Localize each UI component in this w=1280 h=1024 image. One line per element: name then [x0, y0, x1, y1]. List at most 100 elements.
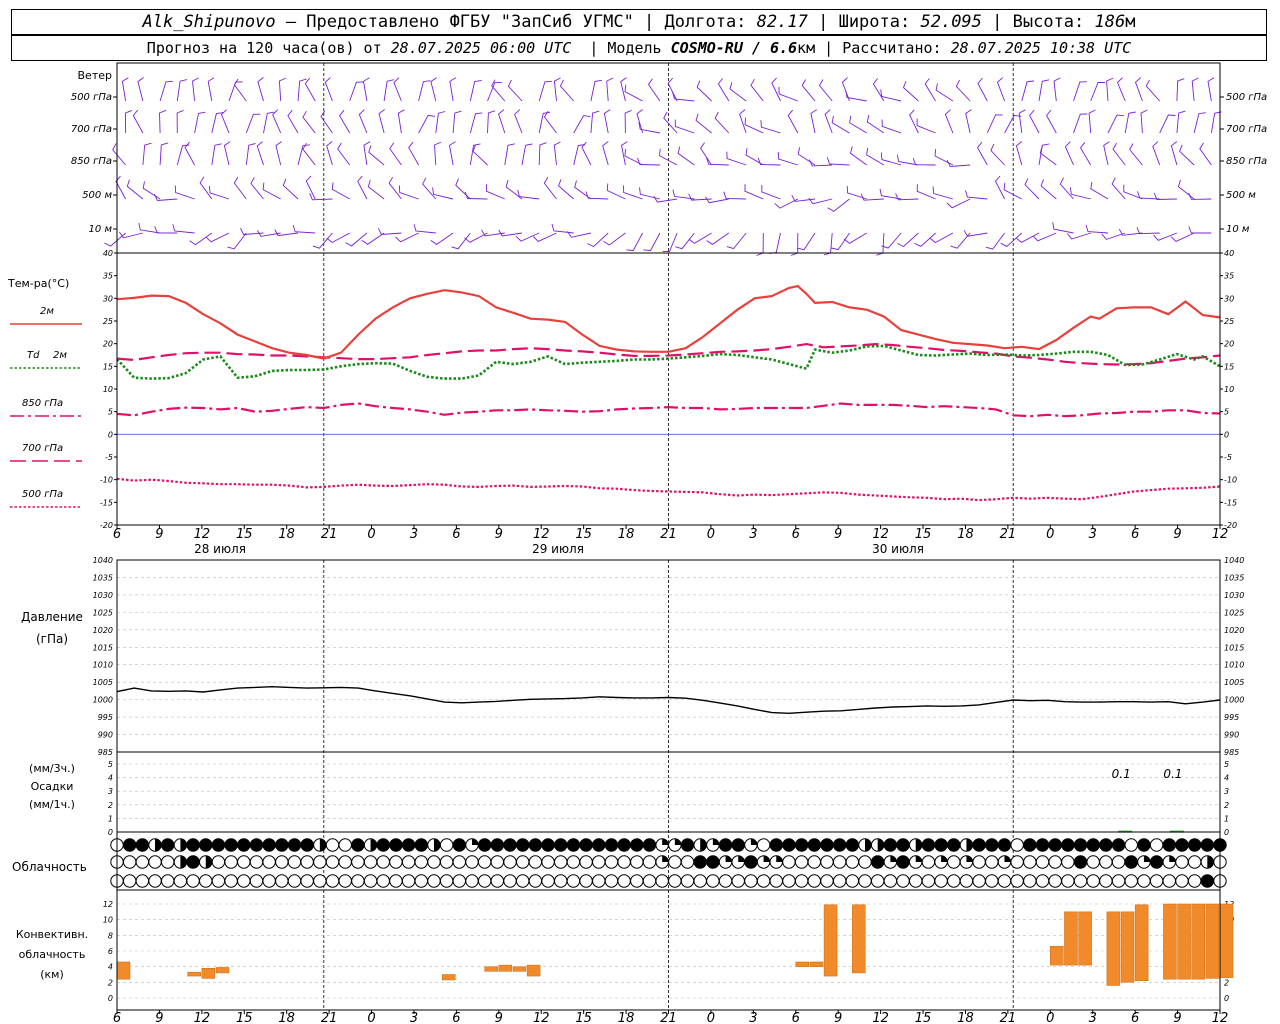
cloud-cover-symbol	[439, 838, 454, 852]
cloud-cover-symbol	[693, 855, 707, 869]
wind-barb	[1064, 141, 1074, 166]
cloud-cover-symbol	[680, 838, 695, 852]
cloud-cover-quarter	[725, 855, 732, 862]
legend-label: 2м	[53, 350, 67, 361]
wind-level-label: 850 гПа	[71, 156, 112, 167]
wind-barb	[320, 110, 333, 134]
wind-barb	[587, 232, 609, 248]
wind-barb	[672, 92, 695, 102]
cloud-cover-symbol	[135, 855, 150, 869]
wind-barb	[866, 114, 885, 134]
cloud-cover-symbol	[845, 874, 860, 888]
wind-barb	[787, 109, 799, 134]
x-hour-label: 18	[618, 527, 635, 542]
cloud-cover-symbol	[262, 855, 276, 869]
wind-panel-title: Ветер	[78, 69, 112, 82]
wind-barb	[498, 109, 506, 134]
x-hour-label: 0	[707, 527, 715, 542]
cloud-cover-symbol	[452, 874, 467, 888]
wind-barb	[872, 78, 885, 102]
pressure-ytick-label: 1040	[93, 556, 113, 565]
wind-barb	[485, 184, 505, 200]
cloud-cover-symbol	[592, 874, 606, 888]
cloud-cover-symbol	[820, 874, 834, 888]
day-label: 30 июля	[872, 542, 924, 556]
wind-barb	[1046, 109, 1057, 134]
cloud-cover-symbol	[896, 855, 910, 869]
wind-barb	[744, 184, 764, 200]
wind-barb	[573, 115, 591, 134]
wind-barb	[1111, 177, 1126, 200]
wind-barb	[843, 232, 867, 244]
pressure-ytick-label: 1000	[1224, 696, 1244, 705]
cloud-cover-symbol	[756, 874, 771, 888]
wind-barb	[695, 113, 712, 134]
wind-barb	[1177, 179, 1195, 200]
cloud-cover-symbol	[642, 838, 657, 852]
wind-barb	[257, 77, 264, 102]
cloud-cover-half	[319, 838, 327, 852]
cloud-cover-quarter	[776, 855, 783, 862]
cloud-cover-symbol	[1187, 838, 1202, 852]
cloud-cover-symbol	[541, 855, 555, 869]
cloud-cover-symbol	[237, 838, 251, 852]
wind-barb	[976, 141, 988, 166]
wind-barb	[245, 143, 256, 166]
wind-barb	[487, 110, 496, 134]
temp-ytick-label: 30	[103, 294, 113, 303]
x-hour-label: 9	[1173, 527, 1181, 542]
wind-barb	[659, 148, 678, 166]
cloud-cover-symbol	[1061, 874, 1075, 888]
cloud-cover-symbol	[211, 874, 226, 888]
cloud-cover-symbol	[148, 855, 162, 869]
cloud-cover-half	[205, 855, 212, 869]
wind-barb	[606, 183, 626, 200]
wind-barb	[1090, 181, 1109, 200]
wind-barb	[521, 143, 533, 166]
wind-level-label: 700 гПа	[71, 124, 112, 135]
wind-barb	[1024, 178, 1040, 200]
wind-barb	[377, 228, 402, 235]
cloud-cover-symbol	[211, 838, 226, 852]
wind-barb	[700, 142, 712, 166]
wind-barb	[674, 119, 695, 134]
cloud-cover-symbol	[845, 855, 860, 869]
wind-barb	[846, 185, 867, 200]
wind-barb	[159, 80, 173, 102]
cloud-cover-symbol	[1187, 855, 1202, 869]
wind-barb	[606, 77, 614, 102]
cloud-cover-symbol	[769, 838, 783, 852]
conv-ytick-label: 12	[103, 900, 113, 909]
convective-bar	[795, 961, 810, 967]
wind-barb	[297, 78, 307, 102]
precip-value-label: 0.1	[1163, 767, 1182, 781]
wind-barb	[430, 77, 437, 102]
pressure-ytick-label: 990	[98, 731, 113, 740]
cloud-cover-symbol	[161, 874, 175, 888]
cloud-cover-symbol	[237, 855, 251, 869]
wind-barb	[227, 232, 247, 250]
cloud-cover-symbol	[1073, 874, 1088, 888]
cloud-cover-symbol	[832, 838, 847, 852]
pressure-unit: (гПа)	[36, 632, 68, 646]
conv-ytick-label: 8	[108, 931, 113, 940]
wind-barb	[827, 198, 850, 212]
convective-bar	[1177, 903, 1191, 980]
wind-barb	[1188, 226, 1212, 234]
wind-barb	[507, 79, 523, 102]
pressure-ytick-label: 1025	[1224, 608, 1244, 617]
cloud-cover-symbol	[351, 838, 365, 852]
wind-barb	[985, 232, 1005, 250]
cloud-cover-symbol	[325, 838, 340, 852]
legend-label: Td	[27, 350, 40, 361]
pressure-ytick-label: 995	[1224, 713, 1239, 722]
cloud-cover-symbol	[351, 855, 365, 869]
conv-ytick-label: 10	[103, 916, 113, 925]
cloud-cover-symbol	[566, 855, 581, 869]
x-hour-label: 15	[575, 527, 592, 542]
cloud-cover-symbol	[1086, 855, 1100, 869]
x-hour-label: 12	[533, 527, 550, 542]
x-hour-label: 12	[1212, 527, 1229, 542]
wind-barb	[430, 232, 454, 245]
cloud-cover-symbol	[1099, 855, 1113, 869]
